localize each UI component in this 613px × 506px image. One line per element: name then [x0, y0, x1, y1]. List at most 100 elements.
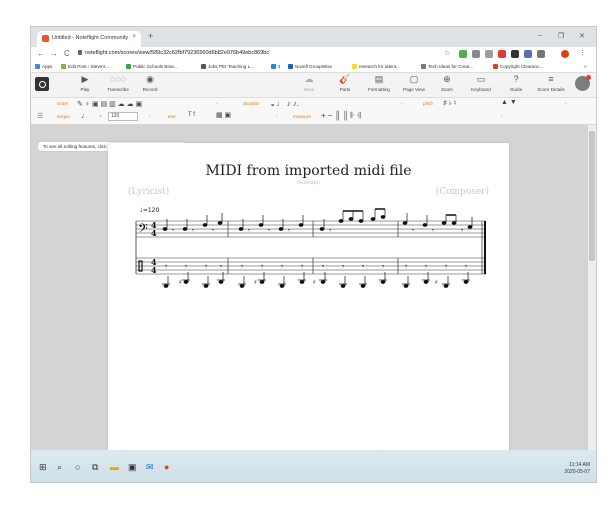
zoom-icon: ⊕: [443, 74, 451, 84]
parts-button[interactable]: 🎸 Parts: [335, 74, 355, 92]
duration-symbols[interactable]: 𝅝 ♩ ♪ ♪.: [271, 99, 299, 109]
bookmark-item[interactable]: Public Schools Bran...: [126, 64, 178, 69]
svg-text:𝄾: 𝄾: [322, 262, 324, 271]
start-icon[interactable]: ⊞: [39, 462, 47, 473]
palette-arrow-icon[interactable]: ›: [216, 101, 218, 106]
store-icon[interactable]: ▣: [128, 462, 137, 473]
extension-icon[interactable]: [498, 50, 506, 58]
guide-button[interactable]: ? Guide: [507, 74, 525, 92]
bookmark-item[interactable]: Edit Post ‹ Steve's...: [61, 64, 109, 69]
bookmark-item[interactable]: Jobs PEI-Teaching L...: [201, 64, 254, 69]
record-button[interactable]: ◉ Record: [139, 74, 161, 92]
user-avatar[interactable]: [575, 75, 591, 91]
svg-text:𝄾: 𝄾: [382, 262, 384, 271]
palette-arrow-icon[interactable]: ›: [276, 113, 278, 118]
extension-icon[interactable]: [537, 50, 545, 58]
svg-text:𝄾: 𝄾: [212, 226, 214, 235]
browser-tab[interactable]: Untitled - Noteflight Community ×: [37, 31, 141, 47]
extension-icon[interactable]: [472, 50, 480, 58]
close-window-button[interactable]: ✕: [579, 32, 585, 40]
percussion-rests: 𝄾 𝄾 𝄾 𝄾 𝄾 𝄾 𝄾 𝄾 𝄾 𝄾 𝄾 𝄾 𝄾 𝄾 𝄾 𝄾: [165, 262, 467, 271]
mail-icon[interactable]: ✉: [146, 462, 154, 473]
score-page[interactable]: MIDI from imported midi file (Subtitle) …: [108, 143, 509, 450]
svg-text:♯: ♯: [313, 279, 316, 286]
extension-icon[interactable]: [511, 50, 519, 58]
tempo-input[interactable]: 120: [108, 112, 138, 121]
system-clock[interactable]: 11:14 AM 2020-05-07: [564, 462, 590, 476]
duration-palette-label: duration: [243, 101, 260, 106]
palette-arrow-icon[interactable]: ›: [565, 101, 567, 106]
time-sig-bottom: 4: [151, 265, 157, 275]
page-view-button[interactable]: ▢ Page View: [399, 74, 429, 92]
zoom-button[interactable]: ⊕ Zoom: [437, 74, 457, 92]
extension-icon[interactable]: [459, 50, 467, 58]
palette-arrow-icon[interactable]: ›: [501, 113, 503, 118]
extension-icon[interactable]: [524, 50, 532, 58]
measure-palette-label: measure: [293, 114, 311, 119]
svg-text:𝄾: 𝄾: [362, 262, 364, 271]
formatting-icon: ▤: [374, 74, 384, 84]
bookmarks-overflow-button[interactable]: »: [584, 64, 587, 69]
bookmark-icon: [352, 64, 357, 69]
url-field[interactable]: noteflight.com/scores/view/589c32c62fbf7…: [85, 50, 269, 56]
task-view-icon[interactable]: ⧉: [92, 462, 98, 473]
back-button[interactable]: ←: [37, 49, 45, 58]
palette-arrow-icon[interactable]: ›: [401, 101, 403, 106]
measure-tools[interactable]: + − ║ ║ 𝄆 𝄇: [321, 111, 361, 121]
svg-text:𝄾: 𝄾: [465, 262, 467, 271]
svg-text:𝄾: 𝄾: [301, 262, 303, 271]
formatting-button[interactable]: ▤ Formatting: [364, 74, 394, 92]
music-notation[interactable]: ♩=120 𝄢 4 4 4 4 𝄾 𝄾 𝄾 𝄾 𝄾 𝄾 𝄾 𝄾 𝄾 𝄾 𝄾 𝄾 …: [108, 143, 509, 450]
text-symbols[interactable]: T f: [188, 112, 195, 118]
maximize-button[interactable]: ❐: [558, 32, 564, 40]
bass-notes: [162, 208, 473, 231]
svg-text:♯: ♯: [254, 279, 257, 286]
scrollbar-thumb[interactable]: [589, 131, 595, 261]
bookmark-item[interactable]: research for talent...: [352, 64, 400, 69]
bookmark-star-icon[interactable]: ☆: [444, 49, 450, 57]
new-tab-button[interactable]: +: [148, 31, 153, 41]
editing-palette: score ✎ ♀ ▣ ▤ ▥ ☁ ☁ ▣ › duration 𝅝 ♩ ♪ ♪…: [31, 98, 596, 125]
vertical-scrollbar[interactable]: [588, 125, 596, 450]
bookmark-item[interactable]: Apps: [35, 64, 52, 69]
transcribe-button[interactable]: ◌◌◌ Transcribe: [103, 74, 133, 92]
svg-text:𝄾: 𝄾: [329, 226, 331, 235]
keyboard-button[interactable]: ▭ Keyboard: [468, 74, 494, 92]
bookmark-item[interactable]: Copyright Clearanc...: [493, 64, 543, 69]
chord-tool-icon[interactable]: ▦ ▣: [216, 111, 231, 119]
browser-menu-icon[interactable]: ⋮: [579, 49, 586, 57]
close-tab-icon[interactable]: ×: [132, 34, 136, 40]
tempo-equals: =: [99, 113, 102, 118]
svg-text:𝄾: 𝄾: [405, 262, 407, 271]
svg-text:𝄾: 𝄾: [248, 226, 250, 235]
bookmark-item[interactable]: 4: [271, 64, 281, 69]
search-icon[interactable]: ⌕: [57, 462, 62, 473]
svg-text:𝄾: 𝄾: [241, 262, 243, 271]
reload-button[interactable]: C: [64, 49, 70, 58]
score-tool-icons[interactable]: ✎ ♀ ▣ ▤ ▥ ☁ ☁ ▣: [77, 100, 142, 108]
noteflight-menu-button[interactable]: [35, 77, 49, 91]
extension-icon[interactable]: [485, 50, 493, 58]
bookmark-item[interactable]: Tech Ideas for Creat...: [421, 64, 473, 69]
page-view-icon: ▢: [409, 74, 419, 84]
bookmark-item[interactable]: Novell GroupWise: [288, 64, 332, 69]
palette-menu-icon[interactable]: ☰: [37, 112, 43, 120]
save-button[interactable]: ☁ Save: [299, 74, 319, 92]
record-icon: ◉: [146, 74, 154, 84]
forward-button[interactable]: →: [50, 49, 58, 58]
pitch-symbols[interactable]: ♯ ♭ ♮: [443, 99, 456, 107]
address-bar-row: ← → C noteflight.com/scores/view/589c32c…: [31, 47, 596, 61]
play-button[interactable]: ▶ Play: [75, 74, 95, 92]
chrome-icon[interactable]: ●: [164, 462, 169, 472]
pitch-arrow-icons[interactable]: ▲ ▼: [501, 99, 517, 106]
score-palette-label: score: [57, 101, 69, 106]
cortana-icon[interactable]: ○: [75, 462, 80, 472]
svg-text:𝄾: 𝄾: [261, 262, 263, 271]
svg-text:♯: ♯: [435, 279, 438, 286]
profile-avatar-icon[interactable]: [561, 50, 569, 58]
file-explorer-icon[interactable]: ▬: [110, 462, 119, 472]
score-details-button[interactable]: ≡ Score Details: [534, 74, 568, 92]
cloud-icon: ☁: [304, 74, 314, 84]
minimize-button[interactable]: –: [538, 32, 542, 39]
palette-arrow-icon[interactable]: ›: [149, 113, 151, 118]
